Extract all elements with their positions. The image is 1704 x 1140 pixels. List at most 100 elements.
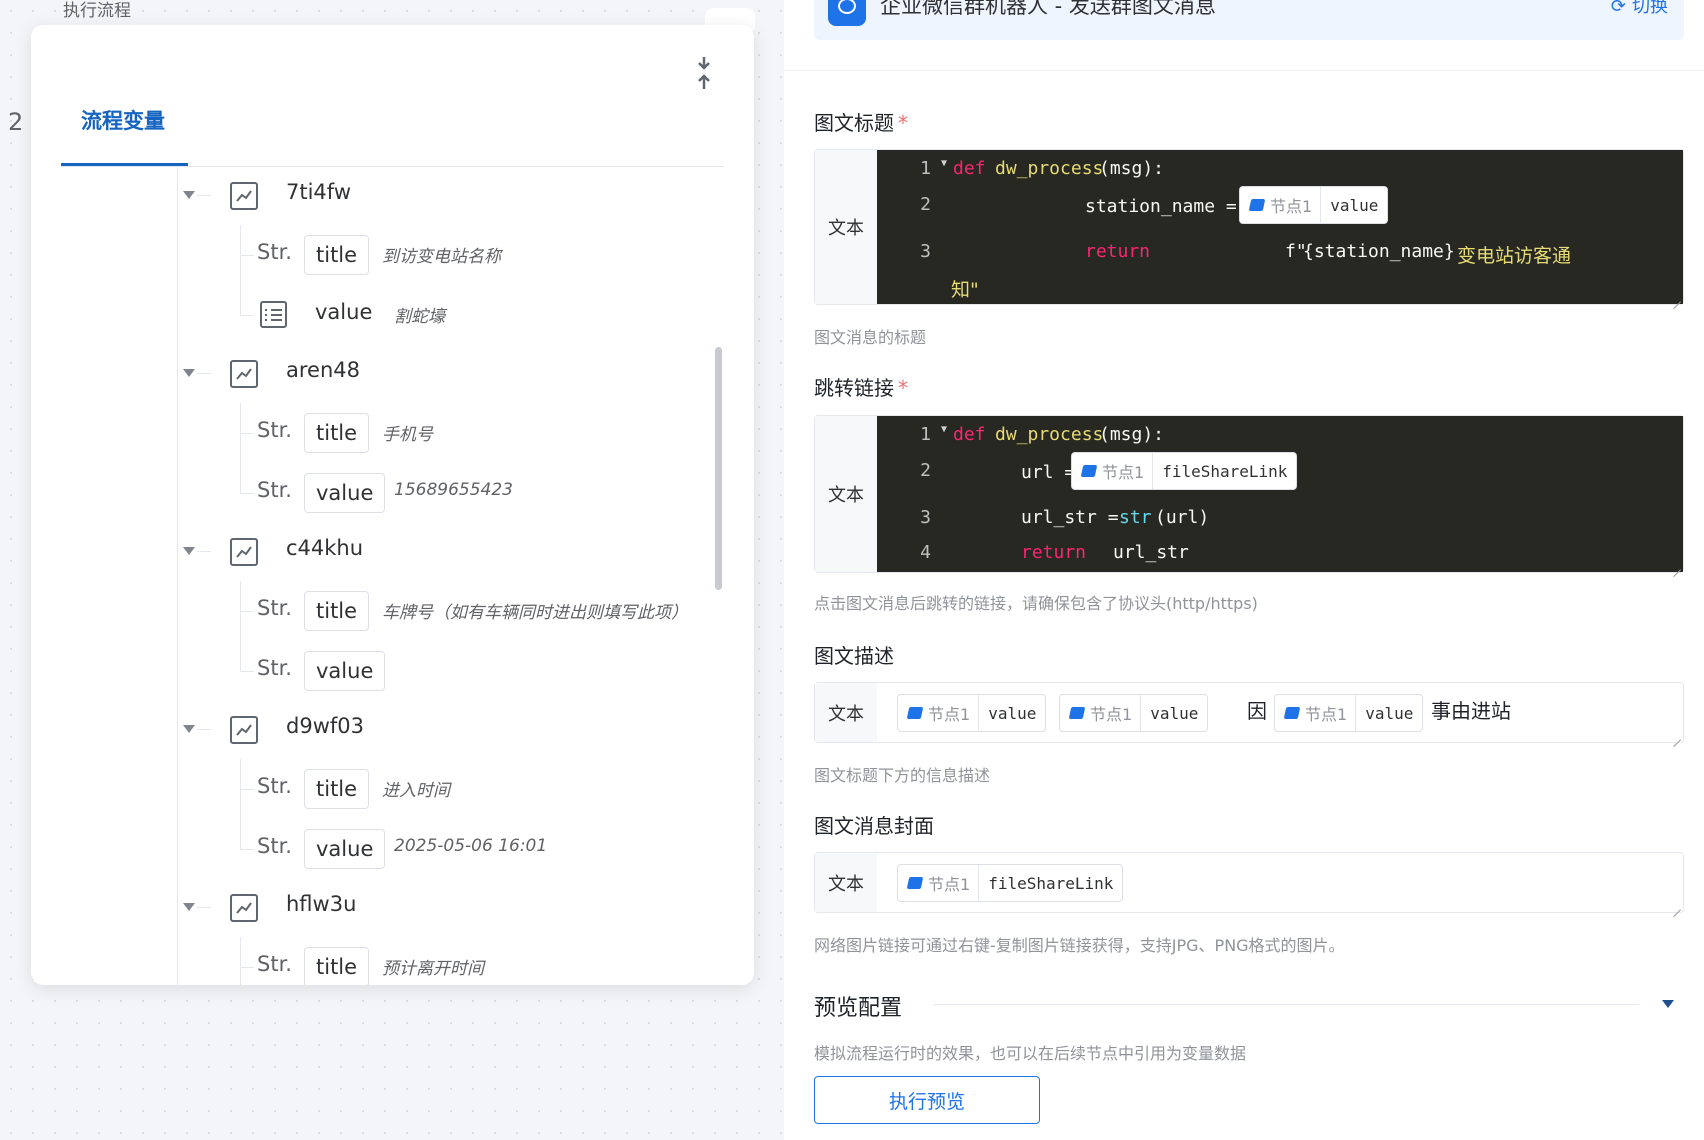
chip-var: value <box>988 703 1037 723</box>
variable-item: Str. title 车牌号（如有车辆同时进出则填写此项） <box>31 581 731 641</box>
variable-item: Str. value <box>31 641 731 701</box>
variable-chip[interactable]: 节点1 fileShareLink <box>897 864 1124 902</box>
chip-node: 节点1 <box>1102 463 1145 482</box>
variable-key-pill[interactable]: value <box>304 651 386 691</box>
switch-button[interactable]: ⟳ 切换 <box>1611 0 1668 18</box>
group-row[interactable]: d9wf03 <box>31 701 731 759</box>
type-string-label: Str. <box>257 834 292 858</box>
object-chart-icon <box>230 894 258 922</box>
variable-key-pill[interactable]: value <box>304 473 386 513</box>
chip-node: 节点1 <box>928 705 971 724</box>
chip-node: 节点1 <box>1305 705 1348 724</box>
variable-key-pill[interactable]: title <box>304 947 370 985</box>
group-row[interactable]: c44khu <box>31 523 731 581</box>
group-name: d9wf03 <box>286 714 364 738</box>
code-area[interactable]: 1 ▼ def dw_process (msg): 2 station_name … <box>877 150 1683 304</box>
variable-chip[interactable]: 节点1 value <box>1239 186 1389 224</box>
variable-item: Str. title 手机号 <box>31 403 731 463</box>
type-string-label: Str. <box>257 596 292 620</box>
resize-handle[interactable] <box>1671 900 1681 910</box>
variable-group: d9wf03 Str. title 进入时间 Str. value 2025-0… <box>31 701 731 879</box>
variable-key-pill[interactable]: title <box>304 235 370 275</box>
code-area[interactable]: 1 ▼ def dw_process (msg): 2 url = 节点1 file… <box>877 416 1683 572</box>
label-text: 跳转链接 <box>814 376 894 400</box>
code-token: 变电站访客通 <box>1457 245 1572 267</box>
node-icon <box>906 877 924 889</box>
switch-label: 切换 <box>1632 0 1668 17</box>
type-string-label: Str. <box>257 774 292 798</box>
variable-key-pill[interactable]: title <box>304 769 370 809</box>
group-row[interactable]: 7ti4fw <box>31 167 731 225</box>
variable-value: 车牌号（如有车辆同时进出则填写此项） <box>382 603 688 623</box>
caret-down-icon[interactable] <box>183 369 195 377</box>
variable-group: hflw3u Str. title 预计离开时间 <box>31 879 731 985</box>
code-token: {station_name} <box>1303 241 1455 262</box>
caret-down-icon[interactable] <box>183 547 195 555</box>
field-help: 网络图片链接可通过右键-复制图片链接获得，支持JPG、PNG格式的图片。 <box>814 936 1345 955</box>
variable-key[interactable]: value <box>315 300 372 324</box>
run-preview-button[interactable]: 执行预览 <box>814 1076 1040 1124</box>
code-token: (url) <box>1155 507 1210 528</box>
code-token: dw_process <box>995 158 1104 179</box>
collapse-icon[interactable] <box>694 55 714 91</box>
variable-key-pill[interactable]: title <box>304 413 370 453</box>
caret-down-icon[interactable] <box>183 903 195 911</box>
resize-handle[interactable] <box>1671 560 1681 570</box>
node-icon <box>1248 199 1266 211</box>
canvas-title: 执行流程 <box>63 1 131 21</box>
desc-text-input[interactable]: 文本 节点1 value 节点1 value 因 节点1 value 事由进站 <box>814 682 1684 743</box>
group-row[interactable]: aren48 <box>31 345 731 403</box>
rich-text-area[interactable]: 节点1 value 节点1 value 因 节点1 value 事由进站 <box>877 683 1683 742</box>
variable-item: Str. title 预计离开时间 <box>31 937 731 985</box>
variable-chip[interactable]: 节点1 value <box>1059 694 1209 732</box>
variable-chip[interactable]: 节点1 value <box>897 694 1047 732</box>
cover-text-input[interactable]: 文本 节点1 fileShareLink <box>814 852 1684 913</box>
variable-value: 割蛇壕 <box>394 307 445 327</box>
group-name: hflw3u <box>286 892 357 916</box>
code-token: url_str <box>1113 542 1189 563</box>
variable-value: 15689655423 <box>394 480 513 500</box>
chip-var: value <box>1150 703 1199 723</box>
variable-key-pill[interactable]: value <box>304 829 386 869</box>
mode-label: 文本 <box>815 853 877 912</box>
resize-handle[interactable] <box>1671 730 1681 740</box>
field-help: 点击图文消息后跳转的链接，请确保包含了协议头(http/https) <box>814 594 1258 613</box>
chip-node: 节点1 <box>928 875 971 894</box>
caret-down-icon[interactable] <box>183 191 195 199</box>
group-name: 7ti4fw <box>286 180 351 204</box>
field-label-desc: 图文描述 <box>814 644 894 668</box>
section-divider <box>934 1004 1639 1005</box>
variable-value: 手机号 <box>382 425 433 445</box>
title-code-editor[interactable]: 文本 1 ▼ def dw_process (msg): 2 station_na… <box>814 149 1684 305</box>
code-token: def <box>953 424 986 445</box>
variable-chip[interactable]: 节点1 value <box>1274 694 1424 732</box>
link-code-editor[interactable]: 文本 1 ▼ def dw_process (msg): 2 url = 节点1 f… <box>814 415 1684 573</box>
required-mark: * <box>898 111 908 135</box>
chip-node: 节点1 <box>1270 197 1313 216</box>
code-token: return <box>1021 542 1087 563</box>
node-icon <box>1068 707 1086 719</box>
list-icon <box>260 301 287 328</box>
mode-label: 文本 <box>815 150 877 304</box>
variable-value: 到访变电站名称 <box>382 247 501 267</box>
caret-down-icon[interactable] <box>1662 1000 1674 1008</box>
tab-process-variables[interactable]: 流程变量 <box>81 105 165 135</box>
variable-item: value 割蛇壕 <box>31 285 731 345</box>
group-name: aren48 <box>286 358 360 382</box>
group-row[interactable]: hflw3u <box>31 879 731 937</box>
caret-down-icon[interactable] <box>183 725 195 733</box>
variable-chip[interactable]: 节点1 fileShareLink <box>1071 452 1298 490</box>
wecom-bot-icon <box>828 0 866 26</box>
variable-item: Str. title 到访变电站名称 <box>31 225 731 285</box>
refresh-icon: ⟳ <box>1610 0 1626 17</box>
object-chart-icon <box>230 182 258 210</box>
field-label-title: 图文标题 * <box>814 107 908 136</box>
field-label-link: 跳转链接 * <box>814 372 908 401</box>
code-token: (msg): <box>1099 424 1165 445</box>
field-help: 图文消息的标题 <box>814 328 927 347</box>
variable-group: aren48 Str. title 手机号 Str. value 1568965… <box>31 345 731 523</box>
rich-text-area[interactable]: 节点1 fileShareLink <box>877 853 1683 912</box>
chip-var: fileShareLink <box>1162 461 1288 481</box>
variable-key-pill[interactable]: title <box>304 591 370 631</box>
resize-handle[interactable] <box>1671 292 1681 302</box>
